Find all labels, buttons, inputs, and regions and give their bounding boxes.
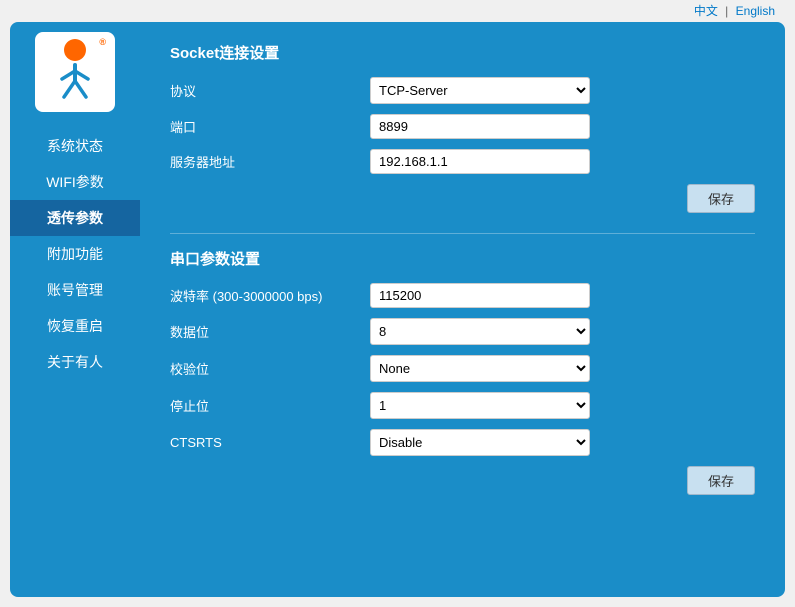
sidebar-item-about[interactable]: 关于有人 — [10, 344, 140, 380]
lang-bar: 中文 | English — [0, 0, 795, 21]
data-bits-row: 数据位 5 6 7 8 — [170, 318, 755, 345]
parity-wrap: None Odd Even Mark Space — [370, 355, 590, 382]
socket-section-title: Socket连接设置 — [170, 42, 755, 63]
sidebar-item-addon[interactable]: 附加功能 — [10, 236, 140, 272]
logo-circle — [64, 39, 86, 61]
logo-body — [54, 63, 96, 112]
parity-row: 校验位 None Odd Even Mark Space — [170, 355, 755, 382]
main-wrapper: ® 系统状态 — [10, 22, 785, 597]
server-address-input[interactable] — [370, 149, 590, 174]
socket-section: Socket连接设置 协议 TCP-Server TCP-Client UDP-… — [170, 42, 755, 213]
sidebar-item-transparent-params[interactable]: 透传参数 — [10, 200, 140, 236]
nav-menu: 系统状态 WIFI参数 透传参数 附加功能 账号管理 恢复重启 关于有人 — [10, 128, 140, 380]
protocol-select[interactable]: TCP-Server TCP-Client UDP-Server UDP-Cli… — [370, 77, 590, 104]
stop-bits-row: 停止位 1 1.5 2 — [170, 392, 755, 419]
baud-rate-row: 波特率 (300-3000000 bps) — [170, 283, 755, 308]
port-label: 端口 — [170, 117, 370, 136]
sidebar-item-wifi-params[interactable]: WIFI参数 — [10, 164, 140, 200]
lang-chinese[interactable]: 中文 — [694, 4, 718, 18]
sidebar-item-restore[interactable]: 恢复重启 — [10, 308, 140, 344]
logo-r-mark: ® — [99, 37, 106, 47]
port-wrap — [370, 114, 590, 139]
serial-section: 串口参数设置 波特率 (300-3000000 bps) 数据位 5 6 7 8 — [170, 248, 755, 495]
ctsrts-select[interactable]: Disable Enable — [370, 429, 590, 456]
socket-save-row: 保存 — [170, 184, 755, 213]
logo-inner: ® — [40, 37, 110, 107]
baud-rate-input[interactable] — [370, 283, 590, 308]
stop-bits-select[interactable]: 1 1.5 2 — [370, 392, 590, 419]
server-address-wrap — [370, 149, 590, 174]
data-bits-wrap: 5 6 7 8 — [370, 318, 590, 345]
port-row: 端口 — [170, 114, 755, 139]
parity-label: 校验位 — [170, 359, 370, 378]
ctsrts-label: CTSRTS — [170, 435, 370, 450]
section-divider — [170, 233, 755, 234]
protocol-row: 协议 TCP-Server TCP-Client UDP-Server UDP-… — [170, 77, 755, 104]
ctsrts-wrap: Disable Enable — [370, 429, 590, 456]
baud-rate-wrap — [370, 283, 590, 308]
sidebar-item-system-status[interactable]: 系统状态 — [10, 128, 140, 164]
data-bits-label: 数据位 — [170, 322, 370, 341]
server-address-row: 服务器地址 — [170, 149, 755, 174]
sidebar: ® 系统状态 — [10, 22, 140, 597]
baud-rate-label: 波特率 (300-3000000 bps) — [170, 286, 370, 305]
stop-bits-label: 停止位 — [170, 396, 370, 415]
socket-save-button[interactable]: 保存 — [687, 184, 755, 213]
protocol-label: 协议 — [170, 81, 370, 100]
port-input[interactable] — [370, 114, 590, 139]
protocol-wrap: TCP-Server TCP-Client UDP-Server UDP-Cli… — [370, 77, 590, 104]
server-address-label: 服务器地址 — [170, 152, 370, 171]
serial-save-button[interactable]: 保存 — [687, 466, 755, 495]
data-bits-select[interactable]: 5 6 7 8 — [370, 318, 590, 345]
lang-english[interactable]: English — [736, 4, 775, 18]
sidebar-item-account[interactable]: 账号管理 — [10, 272, 140, 308]
serial-save-row: 保存 — [170, 466, 755, 495]
stop-bits-wrap: 1 1.5 2 — [370, 392, 590, 419]
parity-select[interactable]: None Odd Even Mark Space — [370, 355, 590, 382]
ctsrts-row: CTSRTS Disable Enable — [170, 429, 755, 456]
logo: ® — [35, 32, 115, 112]
content-area: Socket连接设置 协议 TCP-Server TCP-Client UDP-… — [140, 22, 785, 597]
lang-separator: | — [725, 4, 728, 18]
serial-section-title: 串口参数设置 — [170, 248, 755, 269]
